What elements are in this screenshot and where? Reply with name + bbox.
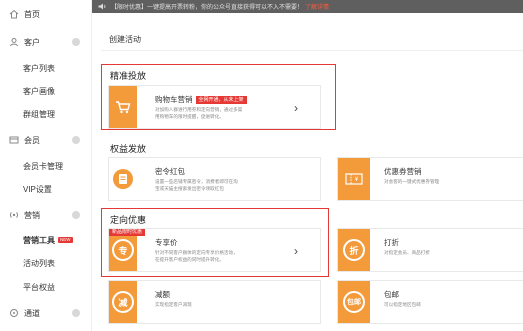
section-title-precise: 精准投放 xyxy=(110,71,147,81)
sidebar-item-channel[interactable]: 通道 xyxy=(0,302,92,324)
card-title: 包邮 xyxy=(384,290,399,299)
sidebar-item-label: 群组管理 xyxy=(23,109,55,119)
collapse-dot-icon[interactable] xyxy=(72,38,80,46)
collapse-dot-icon[interactable] xyxy=(72,211,80,219)
card-title: 专享价 xyxy=(155,238,178,247)
sidebar-item-marketing-tools[interactable]: 营销工具 NEW xyxy=(0,229,92,251)
sidebar-item-customer[interactable]: 客户 xyxy=(0,31,92,53)
card-desc: 对加购人群进行用券和定向营销，通过多渠 用购物车的限时提醒，促进转化。 xyxy=(155,107,243,119)
user-icon xyxy=(9,37,19,47)
discount-icon: 折 xyxy=(338,229,370,271)
shipping-icon: 包邮 xyxy=(338,281,370,323)
sidebar-item-activity-list[interactable]: 活动列表 xyxy=(0,252,92,274)
card-coupon-marketing[interactable]: ¥ 优惠券营销 对会客的一键式优惠券管理 xyxy=(337,157,523,201)
sidebar-item-label: 营销 xyxy=(24,210,40,220)
sidebar-item-label: 客户画像 xyxy=(23,86,55,96)
notice-link[interactable]: 了解详情 xyxy=(305,2,329,11)
svg-text:¥: ¥ xyxy=(355,176,359,183)
sidebar-item-label: 客户列表 xyxy=(23,63,55,73)
card-free-shipping[interactable]: 包邮 包邮 可以指定地区包邮 xyxy=(337,280,523,324)
card-desc: 对会客的一键式优惠券管理 xyxy=(384,179,440,184)
divider xyxy=(101,50,523,51)
page-title: 创建活动 xyxy=(109,35,141,44)
reduce-icon: 减 xyxy=(109,281,137,323)
sidebar-item-home[interactable]: 首页 xyxy=(0,3,92,25)
section-title-targeted: 定向优惠 xyxy=(110,215,147,225)
broadcast-icon xyxy=(9,210,19,220)
sidebar-item-vip-settings[interactable]: VIP设置 xyxy=(0,178,92,200)
sidebar-item-label: 营销工具 xyxy=(23,235,55,245)
section-title-rights: 权益发放 xyxy=(110,144,147,154)
sidebar-item-label: 平台权益 xyxy=(23,282,55,292)
sidebar: 首页 客户 客户列表 客户画像 群组管理 会员 会员卡管理 VIP设置 营销 营… xyxy=(0,0,92,331)
card-desc: 设置一些店铺专属密令，消费者即可在淘 宝或天猫主搜索发出密令领取红包 xyxy=(155,179,238,191)
card-desc: 可以指定地区包邮 xyxy=(384,302,421,307)
collapse-dot-icon[interactable] xyxy=(72,136,80,144)
channel-icon xyxy=(9,308,19,318)
sidebar-item-customer-profile[interactable]: 客户画像 xyxy=(0,80,92,102)
redpacket-icon xyxy=(109,158,137,200)
sidebar-item-platform-rights[interactable]: 平台权益 xyxy=(0,276,92,298)
new-badge: NEW xyxy=(58,237,73,243)
speaker-icon xyxy=(98,3,107,10)
card-desc: 针对不同客户群体的定向专享价格活动， 在提升客户权益的同时提升转化。 xyxy=(155,250,238,262)
notice-text: 【限时优惠】一键提高开票转粉，你的公众号直接获得可以不入不需要！ xyxy=(111,5,304,11)
card-title: 密令红包 xyxy=(155,167,185,176)
collapse-dot-icon[interactable] xyxy=(72,309,80,317)
sidebar-item-label: 客户 xyxy=(24,37,40,47)
card-title: 减额 xyxy=(155,290,170,299)
chevron-right-icon[interactable]: › xyxy=(294,101,298,115)
notice-bar: 【限时优惠】一键提高开票转粉，你的公众号直接获得可以不入不需要！ 了解详情 xyxy=(92,0,523,13)
sidebar-item-marketing[interactable]: 营销 xyxy=(0,204,92,226)
card-discount[interactable]: 折 打折 对指定会员、商品打折 xyxy=(337,228,523,272)
sidebar-item-label: 活动列表 xyxy=(23,258,55,268)
home-icon xyxy=(9,9,19,19)
sidebar-item-label: 通道 xyxy=(24,308,40,318)
status-badge: 全网开通，从未上架 xyxy=(195,96,247,104)
card-desc: 对指定会员、商品打折 xyxy=(384,250,430,255)
sidebar-item-label: 会员卡管理 xyxy=(23,161,63,171)
sidebar-item-label: VIP设置 xyxy=(23,184,52,194)
card-exclusive-price[interactable]: 专 新品限时优惠 专享价 针对不同客户群体的定向专享价格活动， 在提升客户权益的… xyxy=(108,228,321,272)
card-icon xyxy=(9,135,19,145)
card-secret-redpacket[interactable]: 密令红包 设置一些店铺专属密令，消费者即可在淘 宝或天猫主搜索发出密令领取红包 xyxy=(108,157,321,201)
sidebar-item-label: 会员 xyxy=(24,135,40,145)
promo-ribbon: 新品限时优惠 xyxy=(109,229,146,236)
sidebar-item-group-manage[interactable]: 群组管理 xyxy=(0,103,92,125)
card-title: 优惠券营销 xyxy=(384,167,422,176)
sidebar-item-customer-list[interactable]: 客户列表 xyxy=(0,57,92,79)
sidebar-item-member[interactable]: 会员 xyxy=(0,129,92,151)
card-title: 购物车营销 xyxy=(155,95,193,104)
coupon-icon: ¥ xyxy=(338,158,370,200)
cart-icon xyxy=(109,86,137,128)
card-desc: 实现指定客户减现 xyxy=(155,302,192,307)
card-title: 打折 xyxy=(384,238,399,247)
sidebar-item-label: 首页 xyxy=(24,9,40,19)
chevron-right-icon[interactable]: › xyxy=(294,244,298,258)
card-cart-marketing[interactable]: 购物车营销 全网开通，从未上架 对加购人群进行用券和定向营销，通过多渠 用购物车的… xyxy=(108,85,321,129)
sidebar-item-member-card[interactable]: 会员卡管理 xyxy=(0,155,92,177)
card-reduce[interactable]: 减 减额 实现指定客户减现 xyxy=(108,280,321,324)
